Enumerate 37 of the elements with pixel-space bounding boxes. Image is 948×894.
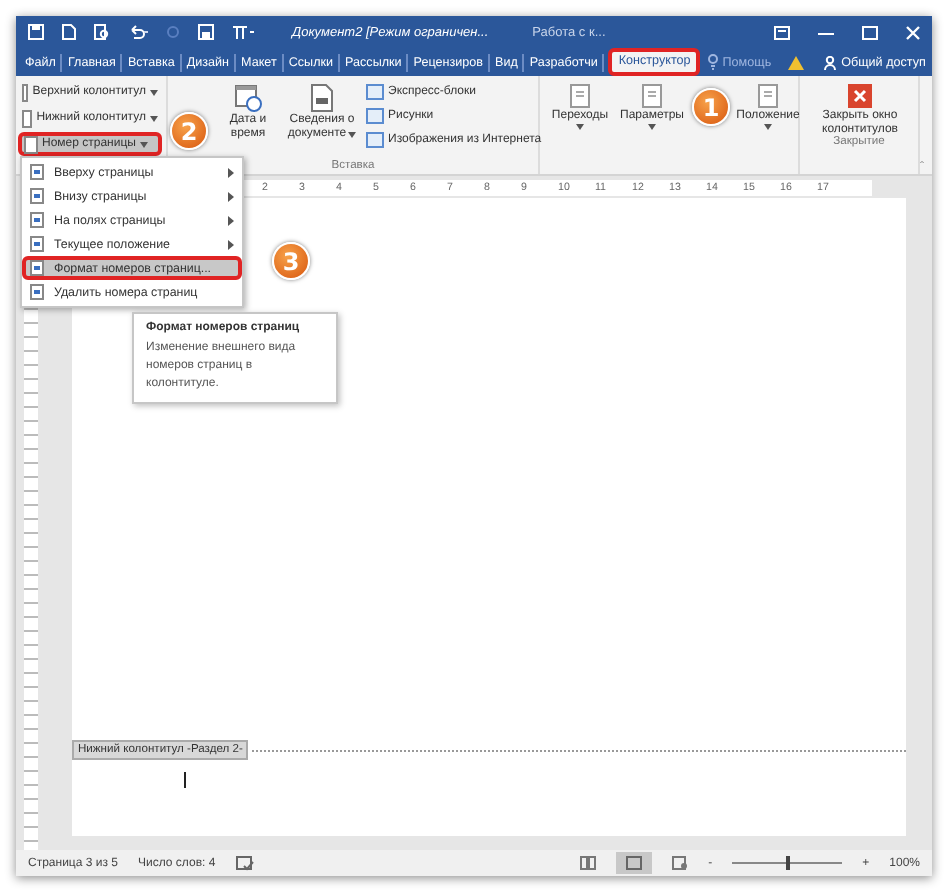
save-icon[interactable]: [28, 24, 44, 40]
read-mode-icon[interactable]: [580, 856, 597, 870]
page-number-icon: [30, 260, 44, 276]
page-number-icon: [30, 212, 44, 228]
caret-icon: [150, 89, 158, 95]
person-icon: [823, 55, 836, 69]
ribbon-display-icon[interactable]: [774, 25, 790, 39]
warning-icon: [787, 55, 804, 69]
page-icon: [758, 84, 778, 108]
new-document-icon[interactable]: [62, 24, 76, 40]
print-preview-icon[interactable]: [94, 24, 110, 40]
page-number-icon: [30, 188, 44, 204]
page-icon: [642, 84, 662, 108]
page-layout-icon: [626, 856, 643, 870]
text-cursor: [184, 772, 186, 788]
calendar-clock-icon: [234, 84, 262, 112]
close-icon: [848, 84, 872, 108]
caret-icon: [348, 131, 357, 137]
document-icon: [310, 84, 334, 112]
undo-icon[interactable]: [128, 24, 148, 40]
page-number-icon: [30, 236, 44, 252]
caret-icon: [150, 115, 158, 121]
lightbulb-icon: [708, 54, 719, 70]
page-number-icon: [30, 284, 44, 300]
caret-icon: [139, 141, 148, 147]
pi-icon[interactable]: [232, 24, 256, 40]
page-icon: [570, 84, 590, 108]
web-layout-icon[interactable]: [672, 856, 689, 870]
caret-icon: [576, 124, 584, 130]
save-icon[interactable]: [198, 24, 214, 40]
caret-icon: [764, 124, 772, 130]
page-number-icon: [30, 164, 44, 180]
close-icon[interactable]: [906, 25, 920, 39]
proofing-icon[interactable]: [235, 855, 254, 871]
caret-icon: [648, 124, 656, 130]
maximize-icon[interactable]: [862, 25, 878, 39]
print-layout-button[interactable]: [616, 852, 653, 874]
